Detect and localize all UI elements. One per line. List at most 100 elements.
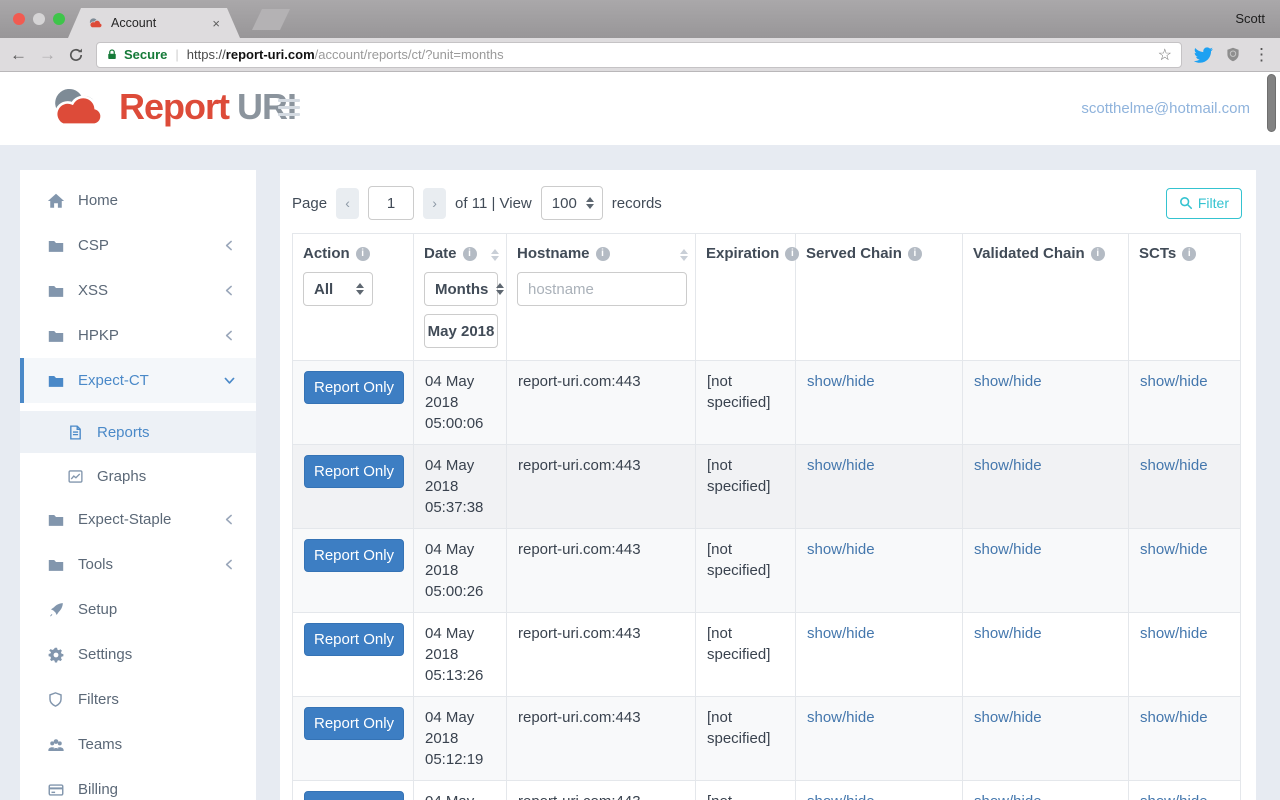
show-hide-link[interactable]: show/hide xyxy=(974,373,1042,390)
cell-action: Report Only xyxy=(292,612,414,697)
show-hide-link[interactable]: show/hide xyxy=(807,373,875,390)
show-hide-link[interactable]: show/hide xyxy=(807,541,875,558)
records-per-page-select[interactable]: 100 xyxy=(540,186,603,220)
cell-action: Report Only xyxy=(292,780,414,800)
info-icon[interactable]: i xyxy=(1090,246,1105,261)
show-hide-link[interactable]: show/hide xyxy=(974,793,1042,800)
new-tab-button[interactable] xyxy=(252,9,290,30)
sidebar-item-home[interactable]: Home xyxy=(20,178,256,223)
users-icon xyxy=(47,736,65,754)
show-hide-link[interactable]: show/hide xyxy=(974,541,1042,558)
bookmark-star-icon[interactable]: ☆ xyxy=(1158,45,1172,65)
address-bar[interactable]: Secure | https://report-uri.com/account/… xyxy=(96,41,1182,68)
show-hide-link[interactable]: show/hide xyxy=(1140,625,1208,642)
show-hide-link[interactable]: show/hide xyxy=(974,457,1042,474)
close-window-button[interactable] xyxy=(13,13,25,25)
cell-date: 04 May 2018 05:13:26 xyxy=(413,612,507,697)
cell-hostname: report-uri.com:443 xyxy=(506,612,696,697)
forward-icon[interactable]: → xyxy=(39,46,56,63)
filter-button[interactable]: Filter xyxy=(1165,187,1242,219)
column-header-served-chain: Served Chain i xyxy=(795,233,963,361)
date-unit-select[interactable]: Months xyxy=(424,272,505,306)
show-hide-link[interactable]: show/hide xyxy=(1140,373,1208,390)
column-header-scts: SCTs i xyxy=(1128,233,1241,361)
sidebar-item-hpkp[interactable]: HPKP xyxy=(20,313,256,358)
shield-extension-icon[interactable] xyxy=(1225,46,1241,63)
column-header-date[interactable]: Date i Months May 2018 xyxy=(413,233,507,361)
lock-icon xyxy=(106,48,118,61)
table-row: Report Only 04 May 201805:33:22 report-u… xyxy=(292,780,1241,800)
sidebar-item-label: Reports xyxy=(97,423,150,441)
show-hide-link[interactable]: show/hide xyxy=(1140,709,1208,726)
show-hide-link[interactable]: show/hide xyxy=(1140,793,1208,800)
sidebar-item-csp[interactable]: CSP xyxy=(20,223,256,268)
show-hide-link[interactable]: show/hide xyxy=(807,709,875,726)
sidebar-item-setup[interactable]: Setup xyxy=(20,587,256,632)
reload-icon[interactable] xyxy=(68,47,84,63)
show-hide-link[interactable]: show/hide xyxy=(1140,457,1208,474)
hamburger-menu-icon[interactable] xyxy=(278,99,300,116)
tab-close-icon[interactable]: × xyxy=(212,16,220,31)
main-panel: Page ‹ › of 11 | View 100 records Filter xyxy=(280,170,1256,800)
sidebar-item-filters[interactable]: Filters xyxy=(20,677,256,722)
sidebar-item-label: Filters xyxy=(78,691,119,708)
sidebar-item-expect-staple[interactable]: Expect-Staple xyxy=(20,497,256,542)
sidebar-item-settings[interactable]: Settings xyxy=(20,632,256,677)
select-stepper-icon xyxy=(585,197,594,209)
cell-action: Report Only xyxy=(292,696,414,781)
sidebar-item-billing[interactable]: Billing xyxy=(20,767,256,800)
sidebar-item-graphs[interactable]: Graphs xyxy=(20,455,256,497)
action-filter-select[interactable]: All xyxy=(303,272,373,306)
url-text[interactable]: https://report-uri.com/account/reports/c… xyxy=(187,47,1152,62)
cell-hostname: report-uri.com:443 xyxy=(506,444,696,529)
date-period-picker[interactable]: May 2018 xyxy=(424,314,498,348)
sidebar-item-teams[interactable]: Teams xyxy=(20,722,256,767)
sort-icon[interactable] xyxy=(491,249,499,261)
cell-hostname: report-uri.com:443 xyxy=(506,528,696,613)
show-hide-link[interactable]: show/hide xyxy=(807,625,875,642)
page-scrollbar-thumb[interactable] xyxy=(1267,74,1276,132)
zoom-window-button[interactable] xyxy=(53,13,65,25)
browser-tab[interactable]: Account × xyxy=(68,8,240,38)
show-hide-link[interactable]: show/hide xyxy=(807,457,875,474)
minimize-window-button[interactable] xyxy=(33,13,45,25)
extension-icons: ⋮ xyxy=(1194,45,1270,65)
security-label[interactable]: Secure xyxy=(124,47,167,62)
back-icon[interactable]: ← xyxy=(10,46,27,63)
cell-scts: show/hide xyxy=(1128,444,1241,529)
cell-expiration: [not specified] xyxy=(695,360,796,445)
show-hide-link[interactable]: show/hide xyxy=(1140,541,1208,558)
sidebar-item-xss[interactable]: XSS xyxy=(20,268,256,313)
next-page-button[interactable]: › xyxy=(423,187,447,219)
prev-page-button[interactable]: ‹ xyxy=(336,187,360,219)
info-icon[interactable]: i xyxy=(907,246,922,261)
sidebar-item-label: Teams xyxy=(78,736,123,753)
info-icon[interactable]: i xyxy=(462,246,477,261)
cell-served-chain: show/hide xyxy=(795,528,963,613)
cell-validated-chain: show/hide xyxy=(962,612,1129,697)
url-domain: report-uri.com xyxy=(225,47,315,62)
browser-window: Account × Scott ← → Secure | https://rep… xyxy=(0,0,1280,800)
sidebar-item-tools[interactable]: Tools xyxy=(20,542,256,587)
browser-menu-icon[interactable]: ⋮ xyxy=(1253,45,1270,65)
sort-icon[interactable] xyxy=(680,249,688,261)
show-hide-link[interactable]: show/hide xyxy=(807,793,875,800)
hostname-filter-input[interactable] xyxy=(517,272,687,306)
twitter-extension-icon[interactable] xyxy=(1194,46,1213,63)
report-uri-logo[interactable]: Report URI xyxy=(48,85,297,129)
graphs-icon xyxy=(67,468,84,485)
account-email-link[interactable]: scotthelme@hotmail.com xyxy=(1081,100,1250,117)
sidebar-item-expect-ct[interactable]: Expect-CT xyxy=(20,358,256,403)
chevron-left-icon xyxy=(223,329,236,342)
show-hide-link[interactable]: show/hide xyxy=(974,709,1042,726)
column-header-hostname[interactable]: Hostname i xyxy=(506,233,696,361)
info-icon[interactable]: i xyxy=(355,246,370,261)
sidebar-item-reports[interactable]: Reports xyxy=(20,411,256,453)
cell-expiration: [not specified] xyxy=(695,780,796,800)
show-hide-link[interactable]: show/hide xyxy=(974,625,1042,642)
info-icon[interactable]: i xyxy=(1182,246,1197,261)
info-icon[interactable]: i xyxy=(595,246,610,261)
cell-date: 04 May 2018 05:37:38 xyxy=(413,444,507,529)
cell-hostname: report-uri.com:443 xyxy=(506,696,696,781)
page-number-input[interactable] xyxy=(368,186,415,220)
